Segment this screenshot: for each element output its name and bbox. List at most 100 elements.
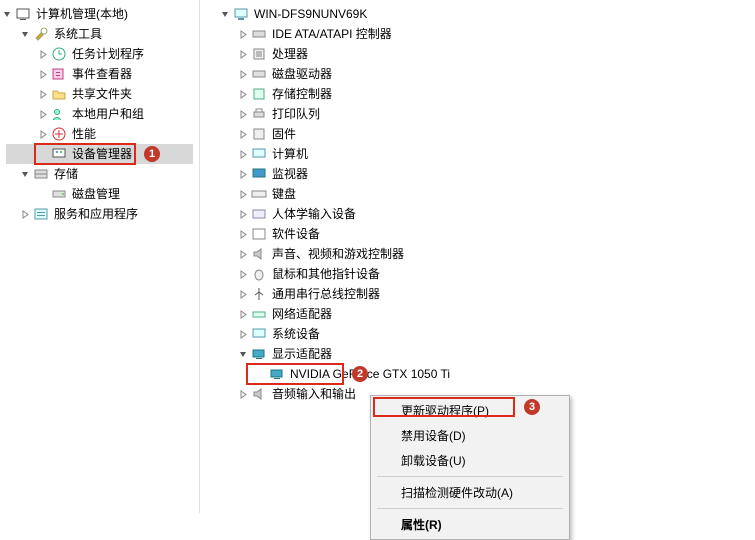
dev-ide[interactable]: IDE ATA/ATAPI 控制器 (200, 24, 755, 44)
nav-task-scheduler[interactable]: 任务计划程序 (0, 44, 199, 64)
nav-services-apps[interactable]: 服务和应用程序 (0, 204, 199, 224)
chevron-down-icon[interactable] (218, 4, 232, 24)
dev-disk-drives[interactable]: 磁盘驱动器 (200, 64, 755, 84)
nav-services-apps-label: 服务和应用程序 (52, 204, 140, 224)
chevron-down-icon[interactable] (0, 4, 14, 24)
dev-storage-ctl[interactable]: 存储控制器 (200, 84, 755, 104)
nav-shared-folders[interactable]: 共享文件夹 (0, 84, 199, 104)
nav-performance-label: 性能 (70, 124, 98, 144)
nav-device-manager[interactable]: 设备管理器 (6, 144, 193, 164)
nav-local-users[interactable]: 本地用户和组 (0, 104, 199, 124)
dev-keyboards-label: 键盘 (270, 184, 298, 204)
hid-icon (251, 206, 267, 222)
display-adapter-icon (251, 346, 267, 362)
chevron-right-icon[interactable] (236, 164, 250, 184)
chevron-right-icon[interactable] (236, 24, 250, 44)
ctx-properties[interactable]: 属性(R) (373, 512, 567, 537)
chevron-right-icon[interactable] (236, 204, 250, 224)
gpu-icon (269, 366, 285, 382)
users-icon (51, 106, 67, 122)
chevron-right-icon[interactable] (36, 104, 50, 124)
dev-cpu[interactable]: 处理器 (200, 44, 755, 64)
chevron-right-icon[interactable] (236, 384, 250, 404)
chevron-right-icon[interactable] (236, 284, 250, 304)
nav-event-viewer[interactable]: 事件查看器 (0, 64, 199, 84)
disk-drive-icon (251, 66, 267, 82)
dev-firmware[interactable]: 固件 (200, 124, 755, 144)
separator (377, 508, 563, 509)
chevron-right-icon[interactable] (18, 204, 32, 224)
dev-print-queue[interactable]: 打印队列 (200, 104, 755, 124)
nav-root-label: 计算机管理(本地) (34, 4, 130, 24)
separator (377, 476, 563, 477)
software-icon (251, 226, 267, 242)
context-menu: 更新驱动程序(P) 禁用设备(D) 卸载设备(U) 扫描检测硬件改动(A) 属性… (370, 395, 570, 540)
dev-ide-label: IDE ATA/ATAPI 控制器 (270, 24, 394, 44)
ctx-update-driver[interactable]: 更新驱动程序(P) (373, 398, 567, 423)
network-icon (251, 306, 267, 322)
dev-system-dev[interactable]: 系统设备 (200, 324, 755, 344)
dev-mice-label: 鼠标和其他指针设备 (270, 264, 382, 284)
chevron-right-icon[interactable] (36, 124, 50, 144)
firmware-icon (251, 126, 267, 142)
chevron-down-icon[interactable] (18, 164, 32, 184)
chevron-right-icon[interactable] (236, 224, 250, 244)
dev-keyboards[interactable]: 键盘 (200, 184, 755, 204)
nav-storage[interactable]: 存储 (0, 164, 199, 184)
chevron-right-icon[interactable] (36, 64, 50, 84)
chevron-right-icon[interactable] (236, 64, 250, 84)
dev-disk-drives-label: 磁盘驱动器 (270, 64, 334, 84)
dev-network[interactable]: 网络适配器 (200, 304, 755, 324)
dev-storage-ctl-label: 存储控制器 (270, 84, 334, 104)
dev-print-queue-label: 打印队列 (270, 104, 322, 124)
ctx-disable-device[interactable]: 禁用设备(D) (373, 423, 567, 448)
chevron-right-icon[interactable] (236, 184, 250, 204)
dev-mice[interactable]: 鼠标和其他指针设备 (200, 264, 755, 284)
chevron-right-icon[interactable] (236, 304, 250, 324)
chevron-right-icon[interactable] (236, 104, 250, 124)
dev-monitors-label: 监视器 (270, 164, 310, 184)
chevron-right-icon[interactable] (236, 264, 250, 284)
dev-sound[interactable]: 声音、视频和游戏控制器 (200, 244, 755, 264)
dev-sound-label: 声音、视频和游戏控制器 (270, 244, 406, 264)
clock-icon (51, 46, 67, 62)
chevron-right-icon[interactable] (236, 324, 250, 344)
cpu-icon (251, 46, 267, 62)
chevron-right-icon[interactable] (236, 124, 250, 144)
chevron-right-icon[interactable] (36, 84, 50, 104)
dev-computers[interactable]: 计算机 (200, 144, 755, 164)
dev-cpu-label: 处理器 (270, 44, 310, 64)
nav-root[interactable]: 计算机管理(本地) (0, 4, 199, 24)
nav-disk-mgmt[interactable]: 磁盘管理 (0, 184, 199, 204)
dev-gpu[interactable]: NVIDIA GeForce GTX 1050 Ti (200, 364, 755, 384)
dev-computer[interactable]: WIN-DFS9NUNV69K (200, 4, 755, 24)
chevron-right-icon[interactable] (236, 144, 250, 164)
dev-display-label: 显示适配器 (270, 344, 334, 364)
ctx-uninstall-device[interactable]: 卸载设备(U) (373, 448, 567, 473)
nav-performance[interactable]: 性能 (0, 124, 199, 144)
dev-hid-label: 人体学输入设备 (270, 204, 358, 224)
dev-hid[interactable]: 人体学输入设备 (200, 204, 755, 224)
dev-firmware-label: 固件 (270, 124, 298, 144)
nav-device-manager-label: 设备管理器 (70, 144, 134, 164)
dev-display-adapters[interactable]: 显示适配器 (200, 344, 755, 364)
dev-audio-label: 音频输入和输出 (270, 384, 358, 404)
storage-icon (33, 166, 49, 182)
dev-software-dev[interactable]: 软件设备 (200, 224, 755, 244)
nav-sys-tools-label: 系统工具 (52, 24, 104, 44)
chevron-down-icon[interactable] (18, 24, 32, 44)
computer-icon (233, 6, 249, 22)
dev-monitors[interactable]: 监视器 (200, 164, 755, 184)
chevron-right-icon[interactable] (36, 44, 50, 64)
chevron-right-icon[interactable] (236, 84, 250, 104)
chevron-down-icon[interactable] (236, 344, 250, 364)
nav-sys-tools[interactable]: 系统工具 (0, 24, 199, 44)
storage-ctl-icon (251, 86, 267, 102)
dev-software-dev-label: 软件设备 (270, 224, 322, 244)
ctx-scan-hardware[interactable]: 扫描检测硬件改动(A) (373, 480, 567, 505)
spacer (36, 144, 50, 164)
dev-usb[interactable]: 通用串行总线控制器 (200, 284, 755, 304)
chevron-right-icon[interactable] (236, 44, 250, 64)
services-icon (33, 206, 49, 222)
chevron-right-icon[interactable] (236, 244, 250, 264)
